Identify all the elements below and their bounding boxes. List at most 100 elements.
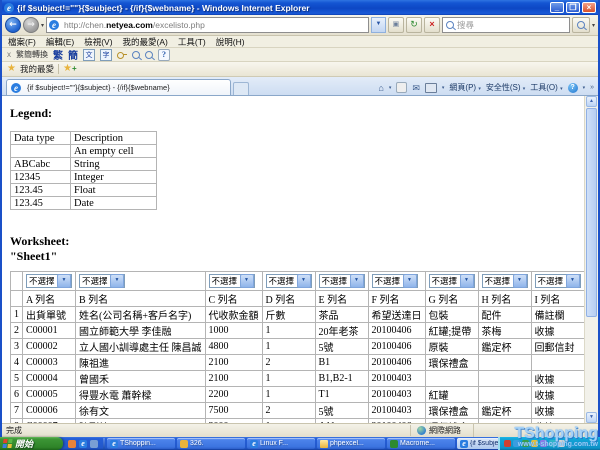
- column-filter-select-I[interactable]: 不選擇▼: [535, 274, 581, 288]
- tools-menu-button[interactable]: 工具(O) ▾: [530, 82, 562, 93]
- select-dropdown-icon[interactable]: ▼: [403, 274, 417, 288]
- column-filter-select-F[interactable]: 不選擇▼: [372, 274, 418, 288]
- tray-icon-0[interactable]: [504, 440, 511, 447]
- tray-icon-3[interactable]: [531, 440, 538, 447]
- media-app-icon[interactable]: [68, 440, 76, 448]
- title-bar[interactable]: e {if $subject!=""}{$subject} - {/if}{$w…: [2, 0, 598, 15]
- select-value: 不選擇: [210, 275, 240, 287]
- feeds-icon[interactable]: [396, 82, 407, 93]
- menu-item-0[interactable]: 檔案(F): [8, 36, 36, 48]
- legend-header-cell: Description: [71, 132, 157, 145]
- add-favorite-icon[interactable]: ★: [63, 64, 77, 74]
- print-icon[interactable]: [425, 83, 437, 93]
- row-number-cell: 3: [11, 339, 23, 355]
- tray-icon-5[interactable]: [549, 440, 556, 447]
- menu-item-3[interactable]: 我的最愛(A): [123, 36, 168, 48]
- history-dropdown-icon[interactable]: ▾: [41, 22, 44, 29]
- back-button[interactable]: ←: [5, 17, 21, 33]
- taskbar-window-button-1[interactable]: 326.: [177, 438, 245, 449]
- address-dropdown-button[interactable]: ▼: [371, 17, 386, 33]
- select-dropdown-icon[interactable]: ▼: [513, 274, 527, 288]
- address-input[interactable]: e http://chen.netyea.com/excelisto.php: [46, 17, 369, 33]
- taskbar-window-button-2[interactable]: eLinux F...: [247, 438, 315, 449]
- taskbar-window-button-4[interactable]: Macrome...: [387, 438, 455, 449]
- browser-tab[interactable]: e {if $subject!=""}{$subject} - {/if}{$w…: [6, 79, 231, 95]
- print-dropdown-icon[interactable]: ▾: [442, 85, 445, 91]
- close-button[interactable]: ×: [582, 2, 596, 13]
- tray-icon-2[interactable]: [522, 440, 529, 447]
- search-input[interactable]: 搜尋: [442, 17, 570, 33]
- read-mail-icon[interactable]: ✉: [412, 83, 420, 93]
- menu-item-1[interactable]: 編輯(E): [46, 36, 74, 48]
- zoom-out-icon[interactable]: [145, 51, 153, 59]
- traditional-chinese-button[interactable]: 繁: [53, 47, 63, 62]
- tab-favicon-icon: e: [11, 83, 21, 93]
- favorites-star-icon[interactable]: ★: [7, 64, 16, 74]
- scroll-down-icon[interactable]: ▼: [586, 412, 597, 423]
- start-button[interactable]: 開始: [0, 437, 63, 450]
- compatibility-view-button[interactable]: ▣: [388, 17, 404, 33]
- mail-app-icon[interactable]: [90, 440, 98, 448]
- toolbar-help-icon[interactable]: ?: [158, 49, 170, 61]
- scroll-up-icon[interactable]: ▲: [586, 96, 597, 107]
- column-filter-select-G[interactable]: 不選擇▼: [429, 274, 475, 288]
- table-cell: 20年老茶: [315, 323, 368, 339]
- tray-icon-1[interactable]: [513, 440, 520, 447]
- key-icon[interactable]: [117, 50, 127, 60]
- taskbar-window-label: phpexcel...: [330, 440, 364, 447]
- internet-explorer-icon[interactable]: e: [79, 440, 87, 448]
- menu-item-5[interactable]: 說明(H): [216, 36, 245, 48]
- taskbar-window-button-0[interactable]: eTShoppin...: [107, 438, 175, 449]
- column-header-cell: H 列名: [478, 291, 531, 307]
- search-go-button[interactable]: [572, 17, 590, 33]
- menu-item-4[interactable]: 工具(T): [178, 36, 206, 48]
- column-filter-select-H[interactable]: 不選擇▼: [482, 274, 528, 288]
- refresh-button[interactable]: ↻: [406, 17, 422, 33]
- forward-button[interactable]: →: [23, 17, 39, 33]
- home-icon[interactable]: ⌂: [378, 83, 383, 93]
- tray-icon-4[interactable]: [540, 440, 547, 447]
- select-cell: 不選擇▼: [205, 272, 262, 291]
- column-filter-select-E[interactable]: 不選擇▼: [319, 274, 365, 288]
- toolbar-close-icon[interactable]: x: [7, 50, 11, 59]
- maximize-button[interactable]: ❐: [566, 2, 580, 13]
- column-filter-select-D[interactable]: 不選擇▼: [266, 274, 312, 288]
- search-options-icon[interactable]: ▾: [592, 22, 595, 29]
- stop-button[interactable]: ×: [424, 17, 440, 33]
- column-filter-select-B[interactable]: 不選擇▼: [79, 274, 125, 288]
- table-cell: 2100: [205, 355, 262, 371]
- table-cell: 茶梅: [478, 323, 531, 339]
- zoom-in-icon[interactable]: [132, 51, 140, 59]
- table-cell: 5號: [315, 403, 368, 419]
- overflow-chevron-icon[interactable]: »: [590, 84, 594, 91]
- select-dropdown-icon[interactable]: ▼: [460, 274, 474, 288]
- help-dropdown-icon[interactable]: ▾: [583, 85, 586, 91]
- select-dropdown-icon[interactable]: ▼: [297, 274, 311, 288]
- taskbar-window-button-3[interactable]: phpexcel...: [317, 438, 385, 449]
- safety-menu-button[interactable]: 安全性(S) ▾: [486, 82, 525, 93]
- select-dropdown-icon[interactable]: ▼: [110, 274, 124, 288]
- menu-item-2[interactable]: 檢視(V): [84, 36, 112, 48]
- home-dropdown-icon[interactable]: ▾: [389, 85, 392, 91]
- column-filter-select-A[interactable]: 不選擇▼: [26, 274, 72, 288]
- select-dropdown-icon[interactable]: ▼: [57, 274, 71, 288]
- convert-page-1-icon[interactable]: 文: [83, 49, 95, 61]
- minimize-button[interactable]: _: [550, 2, 564, 13]
- select-dropdown-icon[interactable]: ▼: [240, 274, 254, 288]
- select-dropdown-icon[interactable]: ▼: [566, 274, 580, 288]
- scrollbar-thumb[interactable]: [586, 108, 597, 317]
- vertical-scrollbar[interactable]: ▲ ▼: [584, 96, 598, 423]
- help-icon[interactable]: ?: [568, 83, 578, 93]
- column-filter-select-C[interactable]: 不選擇▼: [209, 274, 255, 288]
- row-number-cell: 2: [11, 323, 23, 339]
- select-dropdown-icon[interactable]: ▼: [350, 274, 364, 288]
- new-tab-button[interactable]: [233, 82, 249, 95]
- legend-header-cell: Data type: [11, 132, 71, 145]
- favorites-button[interactable]: 我的最愛: [20, 63, 54, 75]
- convert-page-2-icon[interactable]: 字: [100, 49, 112, 61]
- page-menu-button[interactable]: 網頁(P) ▾: [449, 82, 480, 93]
- taskbar-window-button-5[interactable]: e{if $subje...: [457, 438, 498, 449]
- tray-icon-6[interactable]: [558, 440, 565, 447]
- simplified-chinese-button[interactable]: 簡: [68, 47, 78, 62]
- system-tray: [498, 437, 600, 450]
